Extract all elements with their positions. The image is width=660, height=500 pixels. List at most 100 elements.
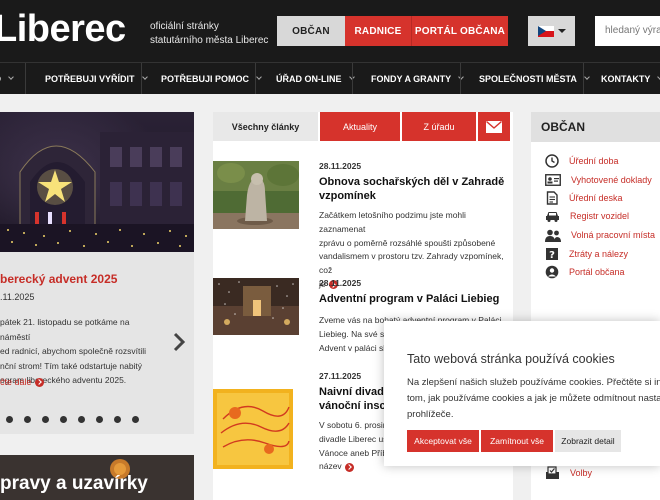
- sidebar-item-label: Registr vozidel: [570, 211, 630, 221]
- article-date: 28.11.2025: [319, 161, 362, 171]
- main-navigation: O POTŘEBUJI VYŘÍDIT POTŘEBUJI POMOC ÚŘAD…: [0, 62, 660, 94]
- traffic-tile-title: pravy a uzavírky: [0, 473, 148, 494]
- slide-text-line: nční strom! Tím také odstartuje nabitý: [0, 360, 143, 371]
- excerpt-line-text: název: [319, 461, 342, 472]
- cookie-consent-dialog: Tato webová stránka používá cookies Na z…: [384, 321, 660, 466]
- slide-title[interactable]: berecký advent 2025: [0, 272, 117, 286]
- sidebar-item-office-hours[interactable]: Úřední doba: [545, 153, 619, 169]
- arrow-circle-icon: [34, 377, 44, 387]
- excerpt-line: Začátkem letošního podzimu jste mohli za…: [319, 210, 466, 234]
- section-obcan-button[interactable]: OBČAN: [277, 16, 345, 46]
- question-icon: ?: [546, 248, 558, 261]
- slide-text-line: pátek 21. listopadu se potkáme na náměst…: [0, 317, 130, 342]
- nav-item-label: POTŘEBUJI POMOC: [161, 73, 250, 84]
- article-image[interactable]: [213, 278, 299, 335]
- slider-dot[interactable]: [96, 416, 103, 423]
- article-title[interactable]: Adventní program v Paláci Liebieg: [319, 292, 509, 306]
- sidebar-item-citizen-portal[interactable]: Portál občana: [545, 264, 625, 280]
- article-image[interactable]: [213, 389, 293, 469]
- id-card-icon: [545, 174, 561, 186]
- nav-item-fondy-granty[interactable]: FONDY A GRANTY: [371, 63, 465, 94]
- cookie-text: Na zlepšení našich služeb používáme cook…: [407, 375, 660, 423]
- nav-item-label: SPOLEČNOSTI MĚSTA: [479, 73, 577, 84]
- user-icon: [545, 265, 559, 279]
- cookie-details-button[interactable]: Zobrazit detail: [555, 430, 621, 452]
- tab-all-articles[interactable]: Všechny články: [213, 112, 318, 141]
- arrow-circle-icon[interactable]: [344, 462, 354, 472]
- article-title-line: Adventní program v Paláci Liebieg: [319, 293, 500, 305]
- sidebar-item-vehicle-registry[interactable]: Registr vozidel: [545, 208, 629, 224]
- slide-date: .11.2025: [0, 292, 35, 302]
- slider-dot[interactable]: [42, 416, 49, 423]
- excerpt-line: zprávu o poměrně rozsáhlé spoušti způsob…: [319, 237, 496, 248]
- nav-item-label: FONDY A GRANTY: [371, 73, 452, 84]
- slider-dot[interactable]: [132, 416, 139, 423]
- slide-text-line: ed radnicí, abychom společně rozsvítili: [0, 346, 146, 356]
- language-selector[interactable]: [528, 16, 575, 46]
- slider-image[interactable]: [0, 112, 194, 252]
- reject-all-cookies-button[interactable]: Zamítnout vše: [481, 430, 553, 452]
- article-title[interactable]: Obnova sochařských děl v Zahradě vzpomín…: [319, 175, 509, 203]
- tagline-line: oficiální stránky: [150, 21, 219, 32]
- slider-dot[interactable]: [24, 416, 31, 423]
- nav-item-kontakty[interactable]: KONTAKTY: [601, 63, 660, 94]
- sidebar-item-label: Úřední deska: [569, 193, 623, 203]
- nav-item-partial[interactable]: O: [0, 63, 14, 94]
- slider-dots: [0, 414, 194, 424]
- portal-obcana-button[interactable]: PORTÁL OBČANA: [411, 16, 508, 46]
- chevron-down-icon: [8, 74, 14, 80]
- sidebar-item-label: Vyhotovené doklady: [571, 175, 652, 185]
- sidebar-item-job-openings[interactable]: Volná pracovní místa: [545, 227, 655, 243]
- nav-item-urad-online[interactable]: ÚŘAD ON-LINE: [276, 63, 355, 94]
- nav-item-potrebuji-pomoc[interactable]: POTŘEBUJI POMOC: [161, 63, 262, 94]
- sidebar-item-documents-ready[interactable]: Vyhotovené doklady: [545, 172, 652, 188]
- cookie-text-line: Na zlepšení našich služeb používáme cook…: [407, 377, 660, 388]
- document-icon: [546, 191, 558, 205]
- sidebar-item-lost-found[interactable]: ? Ztráty a nálezy: [545, 246, 628, 262]
- cookie-text-line: prohlížeče.: [407, 409, 454, 420]
- accept-all-cookies-button[interactable]: Akceptovat vše: [407, 430, 479, 452]
- sidebar-item-notice-board[interactable]: Úřední deska: [545, 190, 623, 206]
- search-input[interactable]: hledaný výraz: [595, 16, 660, 46]
- next-slide-arrow-icon[interactable]: [172, 332, 186, 352]
- nav-item-label: ÚŘAD ON-LINE: [276, 73, 342, 84]
- clock-icon: [545, 154, 559, 168]
- tab-news[interactable]: Aktuality: [320, 112, 400, 141]
- slider-dot[interactable]: [60, 416, 67, 423]
- cz-flag-icon: [537, 25, 554, 37]
- nav-item-potrebuji-vyridit[interactable]: POTŘEBUJI VYŘÍDIT: [45, 63, 148, 94]
- slider-dot[interactable]: [6, 416, 13, 423]
- chevron-down-icon: [141, 74, 148, 80]
- article-title-line: Obnova sochařských děl v Zahradě: [319, 176, 505, 188]
- article-image[interactable]: [213, 161, 299, 229]
- statue-photo: [213, 161, 299, 229]
- article-date: 27.11.2025: [319, 371, 362, 381]
- nav-item-spolecnosti-mesta[interactable]: SPOLEČNOSTI MĚSTA: [479, 63, 590, 94]
- site-tagline: oficiální stránky statutárního města Lib…: [150, 20, 268, 48]
- read-more-label: čte dále: [0, 377, 32, 387]
- people-icon: [545, 229, 561, 242]
- sidebar-item-label: Volná pracovní místa: [571, 230, 656, 240]
- sidebar-heading: OBČAN: [531, 112, 660, 142]
- svg-text:?: ?: [549, 250, 555, 261]
- sidebar-item-elections[interactable]: Volby: [545, 465, 592, 481]
- newsletter-button[interactable]: [478, 112, 510, 141]
- top-header: Liberec oficiální stránky statutárního m…: [0, 0, 660, 62]
- car-icon: [546, 212, 559, 222]
- theatre-poster-image: [213, 389, 293, 469]
- chevron-down-icon: [584, 74, 590, 80]
- section-radnice-button[interactable]: RADNICE: [345, 16, 411, 46]
- read-more-link[interactable]: čte dále: [0, 377, 44, 387]
- slider-dot[interactable]: [78, 416, 85, 423]
- nav-item-label: KONTAKTY: [601, 73, 651, 84]
- town-hall-night-photo: [0, 112, 194, 252]
- traffic-tile[interactable]: pravy a uzavírky: [0, 455, 194, 500]
- sidebar-item-label: Ztráty a nálezy: [569, 249, 629, 259]
- ballot-icon: [546, 466, 559, 479]
- slider-dot[interactable]: [114, 416, 121, 423]
- sidebar-item-label: Portál občana: [569, 267, 625, 277]
- sidebar-item-label: Volby: [570, 468, 593, 478]
- article-date: 28.11.2025: [319, 278, 362, 288]
- tab-from-office[interactable]: Z úřadu: [402, 112, 476, 141]
- site-logo[interactable]: Liberec: [0, 8, 126, 51]
